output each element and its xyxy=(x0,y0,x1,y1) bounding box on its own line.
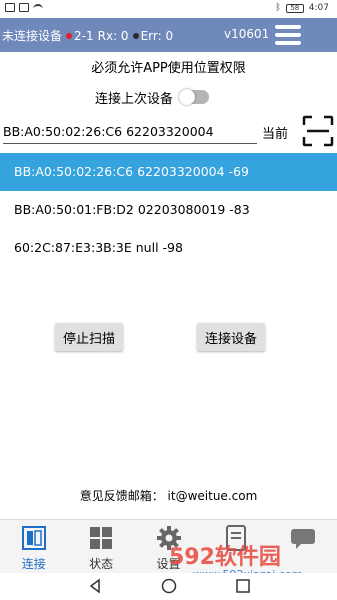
device-item[interactable]: 60:2C:87:E3:3B:3E null -98 xyxy=(0,229,337,267)
gear-icon xyxy=(156,526,181,550)
reconnect-toggle[interactable] xyxy=(179,89,210,105)
app-header: 未连接设备 2-1 Rx: 0 Err: 0 v10601 xyxy=(0,18,337,52)
message-icon xyxy=(291,529,316,549)
status-grid-icon xyxy=(90,527,113,549)
connection-status: 未连接设备 xyxy=(2,29,63,43)
clock: 4:07 xyxy=(308,3,329,13)
tab-status[interactable]: 状态 xyxy=(67,520,134,573)
wifi-icon xyxy=(33,3,43,12)
device-item[interactable]: BB:A0:50:02:26:C6 62203320004 -69 xyxy=(0,153,337,191)
tab-connect[interactable]: 连接 xyxy=(0,520,67,573)
current-button[interactable]: 当前 xyxy=(262,123,288,142)
system-status-bar: ᛒ 58 4:07 xyxy=(0,0,337,18)
err-text: Err: 0 xyxy=(140,28,174,43)
counter-text: 2-1 xyxy=(74,28,94,43)
device-address-input[interactable] xyxy=(3,120,257,144)
home-icon[interactable] xyxy=(161,578,177,594)
tab-message[interactable] xyxy=(270,520,337,573)
tab-device[interactable] xyxy=(202,520,269,573)
reconnect-last-device-row: 连接上次设备 xyxy=(95,87,210,107)
location-permission-notice: 必须允许APP使用位置权限 xyxy=(91,61,246,76)
hamburger-menu-icon[interactable] xyxy=(275,24,301,46)
rx-text: Rx: 0 xyxy=(97,28,129,43)
device-icon xyxy=(225,525,246,551)
version-label: v10601 xyxy=(224,27,270,41)
connect-device-button[interactable]: 连接设备 xyxy=(197,323,266,351)
battery-icon: 58 xyxy=(285,3,304,13)
connection-status-line: 未连接设备 2-1 Rx: 0 Err: 0 xyxy=(2,27,173,44)
device-list: BB:A0:50:02:26:C6 62203320004 -69 BB:A0:… xyxy=(0,153,337,267)
toggle-knob xyxy=(179,89,196,105)
back-icon[interactable] xyxy=(87,578,103,594)
feedback-email: 意见反馈邮箱： it@weitue.com xyxy=(79,489,258,503)
tab-label: 设置 xyxy=(156,557,181,571)
tab-settings[interactable]: 设置 xyxy=(135,520,202,573)
cellular-signal-icon xyxy=(5,3,15,12)
status-dot-red xyxy=(66,32,73,39)
bottom-tab-bar: 连接 状态 设置 xyxy=(0,519,337,573)
connect-icon xyxy=(21,526,46,550)
status-right: ᛒ 58 4:07 xyxy=(275,3,329,13)
reconnect-label: 连接上次设备 xyxy=(95,91,174,107)
cellular-signal-icon xyxy=(19,3,29,12)
tab-label: 连接 xyxy=(21,557,46,571)
recents-icon[interactable] xyxy=(235,578,251,594)
tab-label: 状态 xyxy=(89,557,114,571)
device-item[interactable]: BB:A0:50:01:FB:D2 02203080019 -83 xyxy=(0,191,337,229)
scan-frame-icon[interactable] xyxy=(302,115,334,147)
signal-indicators xyxy=(5,3,43,12)
bluetooth-icon: ᛒ xyxy=(275,3,281,13)
status-dot-dark xyxy=(132,32,139,39)
stop-scan-button[interactable]: 停止扫描 xyxy=(55,323,124,351)
system-nav-bar xyxy=(0,573,337,600)
